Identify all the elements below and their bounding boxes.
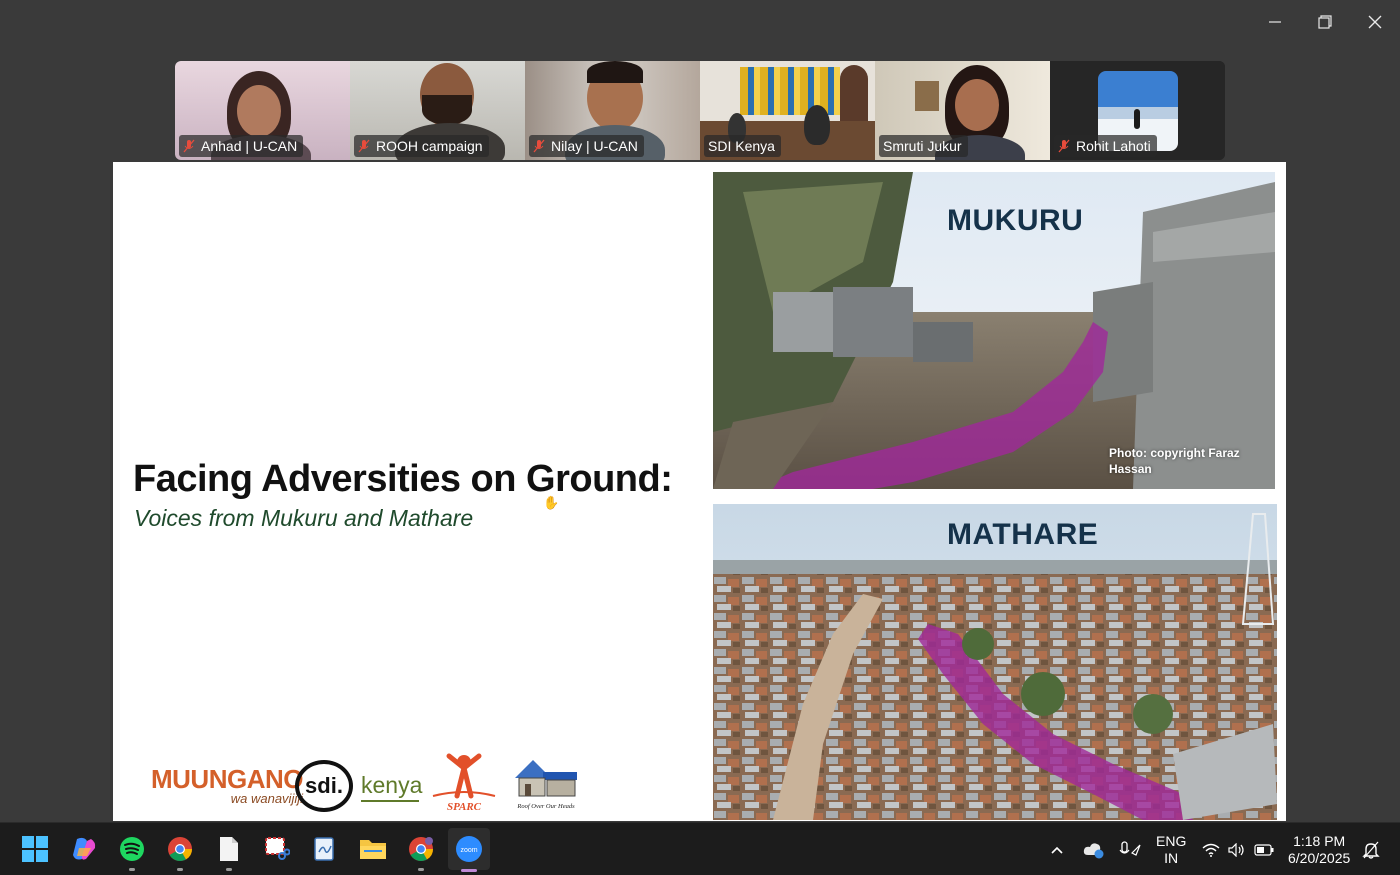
network-volume-battery[interactable] (1202, 823, 1274, 875)
muungano-logo: MUUNGANO wa wanavijiji (151, 764, 304, 806)
partner-logos: MUUNGANO wa wanavijiji sdi. kenya SPARC … (151, 752, 591, 814)
chrome-profile-button[interactable] (404, 832, 438, 871)
mic-muted-icon (1058, 139, 1070, 153)
restore-icon (1318, 15, 1332, 29)
snipping-tool-button[interactable] (260, 832, 294, 866)
notepad-icon (314, 837, 334, 861)
notifications-button[interactable] (1362, 823, 1380, 875)
spotify-icon (120, 837, 144, 861)
chrome-icon (409, 837, 433, 862)
participant-strip: Anhad | U-CAN ROOH campaign Nilay | U-CA… (175, 61, 1225, 160)
notepad-button[interactable] (308, 832, 342, 866)
clock[interactable]: 1:18 PM 6/20/2025 (1288, 823, 1354, 875)
chevron-up-icon (1051, 846, 1063, 854)
restore-button[interactable] (1300, 0, 1350, 44)
mic-muted-icon (533, 139, 545, 153)
volume-icon (1228, 842, 1244, 857)
mukuru-label: MUKURU (947, 204, 1084, 237)
snipping-tool-icon (265, 837, 290, 860)
chrome-button[interactable] (163, 832, 197, 871)
mathare-label: MATHARE (947, 518, 1099, 551)
participant-name-label: Rohit Lahoti (1054, 135, 1157, 157)
participant-tile-active[interactable]: SDI Kenya (700, 61, 875, 160)
roof-over-our-heads-logo: Roof Over Our Heads (515, 760, 577, 810)
participant-tile[interactable]: Smruti Jukur (875, 61, 1050, 160)
shared-slide: Facing Adversities on Ground: Voices fro… (113, 162, 1286, 821)
svg-text:Roof Over Our Heads: Roof Over Our Heads (516, 803, 575, 810)
participant-name-label: Smruti Jukur (879, 135, 968, 157)
start-button[interactable] (18, 832, 52, 866)
participant-tile[interactable]: ROOH campaign (350, 61, 525, 160)
spotify-button[interactable] (115, 832, 149, 871)
close-button[interactable] (1350, 0, 1400, 44)
participant-tile[interactable]: Nilay | U-CAN (525, 61, 700, 160)
mukuru-photo: MUKURU Photo: copyright Faraz Hassan (713, 172, 1275, 489)
clock-time: 1:18 PM (1293, 832, 1346, 849)
onedrive-status[interactable] (1082, 823, 1106, 875)
close-icon (1368, 15, 1382, 29)
hand-cursor-icon: ✋ (543, 495, 560, 510)
mathare-photo: MATHARE (713, 504, 1277, 820)
participant-name-label: SDI Kenya (704, 135, 781, 157)
minimize-button[interactable] (1250, 0, 1300, 44)
mic-muted-icon (358, 139, 370, 153)
participant-tile[interactable]: Rohit Lahoti (1050, 61, 1225, 160)
minimize-icon (1269, 21, 1281, 23)
mic-muted-icon (183, 139, 195, 153)
photo-credit: Photo: copyright Faraz Hassan (1109, 446, 1240, 476)
slide-title: Facing Adversities on Ground: (133, 458, 673, 500)
copilot-button[interactable] (67, 832, 101, 866)
tray-overflow-button[interactable] (1050, 823, 1064, 875)
chrome-icon (168, 837, 192, 862)
taskbar: zoom ENG IN 1:18 PM 6/20/2025 (0, 822, 1400, 875)
participant-name-label: Nilay | U-CAN (529, 135, 644, 157)
file-explorer-button[interactable] (356, 832, 390, 866)
copilot-icon (73, 837, 96, 860)
microphone-status[interactable] (1118, 823, 1142, 875)
participant-name-label: ROOH campaign (354, 135, 489, 157)
window-controls (1250, 0, 1400, 44)
file-button[interactable] (212, 832, 246, 871)
kenya-logo: kenya (361, 772, 422, 802)
sdi-logo: sdi. (295, 760, 353, 812)
wifi-icon (1202, 843, 1220, 857)
folder-icon (360, 840, 386, 859)
svg-text:SPARC: SPARC (447, 801, 482, 813)
document-icon (220, 837, 238, 861)
microphone-icon (1119, 840, 1141, 856)
cloud-icon (1083, 842, 1104, 858)
language-indicator[interactable]: ENG IN (1156, 823, 1186, 875)
svg-text:zoom: zoom (460, 847, 477, 854)
clock-date: 6/20/2025 (1288, 849, 1351, 866)
zoom-button[interactable]: zoom (448, 828, 490, 872)
slide-subtitle: Voices from Mukuru and Mathare (134, 505, 474, 531)
zoom-icon: zoom (456, 836, 482, 862)
participant-tile[interactable]: Anhad | U-CAN (175, 61, 350, 160)
notification-bell-icon (1362, 841, 1380, 859)
participant-name-label: Anhad | U-CAN (179, 135, 304, 157)
battery-icon (1254, 843, 1274, 856)
windows-start-icon (22, 836, 48, 862)
sparc-logo: SPARC (432, 753, 496, 813)
